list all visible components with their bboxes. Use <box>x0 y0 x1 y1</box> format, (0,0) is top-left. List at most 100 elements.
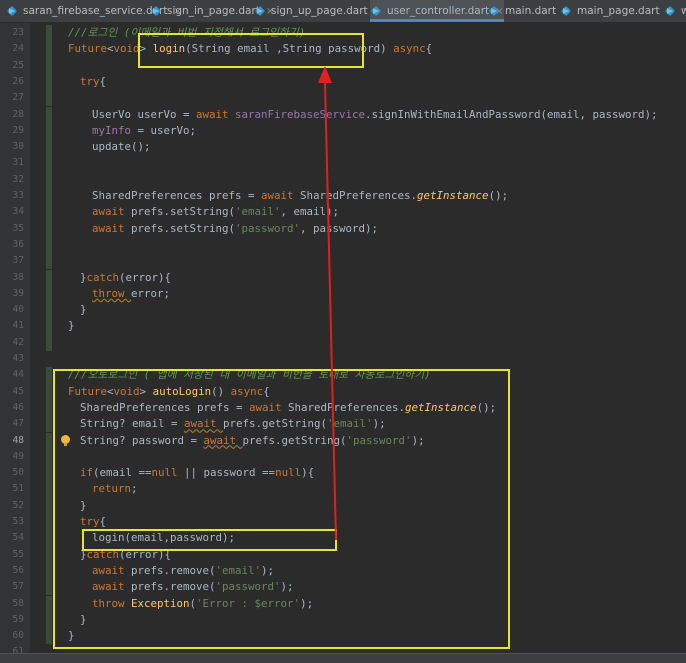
change-marker <box>46 155 52 172</box>
code-token: 'password' <box>235 221 301 235</box>
code-token: UserVo userVo = <box>92 107 197 121</box>
dart-file-icon <box>370 5 382 17</box>
line-number: 37 <box>12 255 24 267</box>
code-line[interactable]: 26 try{ <box>0 73 686 91</box>
code-token: try <box>80 74 100 88</box>
tab-4[interactable]: main.dart × <box>488 0 571 22</box>
lightbulb-icon[interactable] <box>61 434 70 447</box>
tab-2[interactable]: sign_up_page.dart× <box>254 0 382 22</box>
code-token: ){ <box>301 466 315 480</box>
code-text: throw error; <box>92 286 170 302</box>
code-token: } <box>80 612 87 626</box>
code-line[interactable]: 46 SharedPreferences prefs = await Shared… <box>0 399 686 417</box>
code-line[interactable]: 33 SharedPreferences prefs = await Shared… <box>0 188 686 205</box>
change-marker <box>46 204 52 221</box>
code-line[interactable]: 55}catch(error){ <box>0 546 686 563</box>
line-number: 39 <box>12 287 24 299</box>
code-line[interactable]: 53 try{ <box>0 514 686 531</box>
code-token: { <box>425 42 433 56</box>
code-token: prefs.setString( <box>131 221 236 235</box>
code-line[interactable]: 35 await prefs.setString('password', pass… <box>0 220 686 237</box>
code-text: try{ <box>80 514 106 530</box>
code-line[interactable]: 27 <box>0 90 686 107</box>
editor-tab-bar: saran_firebase_service.dart × sign_in_page… <box>0 0 686 23</box>
change-marker <box>46 73 52 91</box>
code-token: await <box>196 107 236 121</box>
code-line[interactable]: 28 UserVo userVo = await saranFirebaseSer… <box>0 106 686 123</box>
code-line[interactable]: 39 throw error; <box>0 285 686 303</box>
tab-5[interactable]: main_page.dart × <box>560 0 674 22</box>
code-line[interactable]: 47 String? email = await prefs.getString(… <box>0 416 686 433</box>
code-line[interactable]: 52} <box>0 497 686 514</box>
code-text: SharedPreferences prefs = await SharedPr… <box>92 188 508 204</box>
code-token: throw <box>92 286 132 300</box>
code-line[interactable]: 54 login(email,password); <box>0 530 686 547</box>
line-number: 33 <box>12 190 24 201</box>
line-number: 52 <box>12 499 24 511</box>
line-number: 59 <box>12 613 24 625</box>
dart-file-icon <box>560 5 572 17</box>
line-number: 57 <box>12 581 24 593</box>
code-token: await <box>249 400 289 414</box>
code-line[interactable]: 48 String? password = await prefs.getStri… <box>0 432 686 449</box>
code-line[interactable]: 43 <box>0 351 686 367</box>
code-line[interactable]: 57 await prefs.remove('password'); <box>0 579 686 596</box>
code-line[interactable]: 50 if(email ==null || password ==null){ <box>0 465 686 482</box>
code-text: }catch(error){ <box>80 270 171 286</box>
code-line[interactable]: 34 await prefs.setString('email', email); <box>0 204 686 221</box>
code-line[interactable]: 30 update(); <box>0 139 686 156</box>
tab-label: sign_up_page.dart <box>271 5 368 17</box>
code-line[interactable]: 38}catch(error){ <box>0 269 686 286</box>
line-number: 48 <box>12 434 24 446</box>
change-marker <box>46 25 52 42</box>
code-token: ); <box>411 433 425 447</box>
change-marker <box>46 530 52 547</box>
code-token: await <box>92 563 132 577</box>
code-line[interactable]: 49 <box>0 448 686 466</box>
code-token: ///오토로그인 ( 앱에 저장된 내 이메일과 비번을 토대로 자동로그인하기… <box>68 368 431 382</box>
change-marker <box>46 448 52 466</box>
code-line[interactable]: 45 Future<void> autoLogin() async{ <box>0 383 686 400</box>
code-line[interactable]: 41} <box>0 318 686 335</box>
code-line[interactable]: 36 <box>0 236 686 254</box>
code-line[interactable]: 25 <box>0 57 686 74</box>
change-marker <box>46 122 52 140</box>
change-marker <box>46 465 52 482</box>
line-number: 43 <box>12 353 24 364</box>
dart-file-icon <box>488 5 500 17</box>
code-line[interactable]: 37 <box>0 253 686 270</box>
code-token: 'password' <box>346 433 412 447</box>
code-line[interactable]: 56 await prefs.remove('email'); <box>0 562 686 580</box>
code-token: saranFirebaseService <box>235 107 366 121</box>
code-line[interactable]: 59} <box>0 611 686 629</box>
code-token: login <box>152 42 186 56</box>
code-token: await <box>184 417 224 431</box>
code-line[interactable]: 32 <box>0 171 686 188</box>
line-number: 46 <box>12 401 24 413</box>
code-line[interactable]: 40} <box>0 302 686 319</box>
code-line[interactable]: 42 <box>0 334 686 351</box>
tab-6[interactable]: wr <box>664 0 686 22</box>
code-text: ///오토로그인 ( 앱에 저장된 내 이메일과 비번을 토대로 자동로그인하기… <box>68 367 431 383</box>
code-token: () <box>211 384 231 398</box>
code-line[interactable]: 29 myInfo = userVo; <box>0 122 686 140</box>
change-marker <box>46 546 52 563</box>
code-line[interactable]: 60} <box>0 628 686 645</box>
code-line[interactable]: 44 ///오토로그인 ( 앱에 저장된 내 이메일과 비번을 토대로 자동로그인… <box>0 367 686 384</box>
code-line[interactable]: 51 return; <box>0 481 686 498</box>
code-token: { <box>99 74 107 88</box>
line-number: 31 <box>12 157 24 169</box>
change-marker <box>46 171 52 188</box>
code-text: UserVo userVo = await saranFirebaseServi… <box>92 107 658 123</box>
code-line[interactable]: 58 throw Exception('Error : $error'); <box>0 595 686 612</box>
dart-file-icon <box>254 5 266 17</box>
tab-3[interactable]: user_controller.dart × <box>370 0 504 22</box>
code-line[interactable]: 31 <box>0 155 686 172</box>
code-token: return <box>92 482 132 496</box>
code-token: , password); <box>300 221 379 235</box>
code-text: Future<void> autoLogin() async{ <box>68 384 270 400</box>
code-line[interactable]: 24 Future<void> login(String email ,Strin… <box>0 41 686 58</box>
line-number: 34 <box>12 206 24 218</box>
code-token: Future <box>68 42 108 56</box>
code-line[interactable]: 23 ///로그인 (이메일과 비번 지정해서 로그인하기) <box>0 25 686 42</box>
